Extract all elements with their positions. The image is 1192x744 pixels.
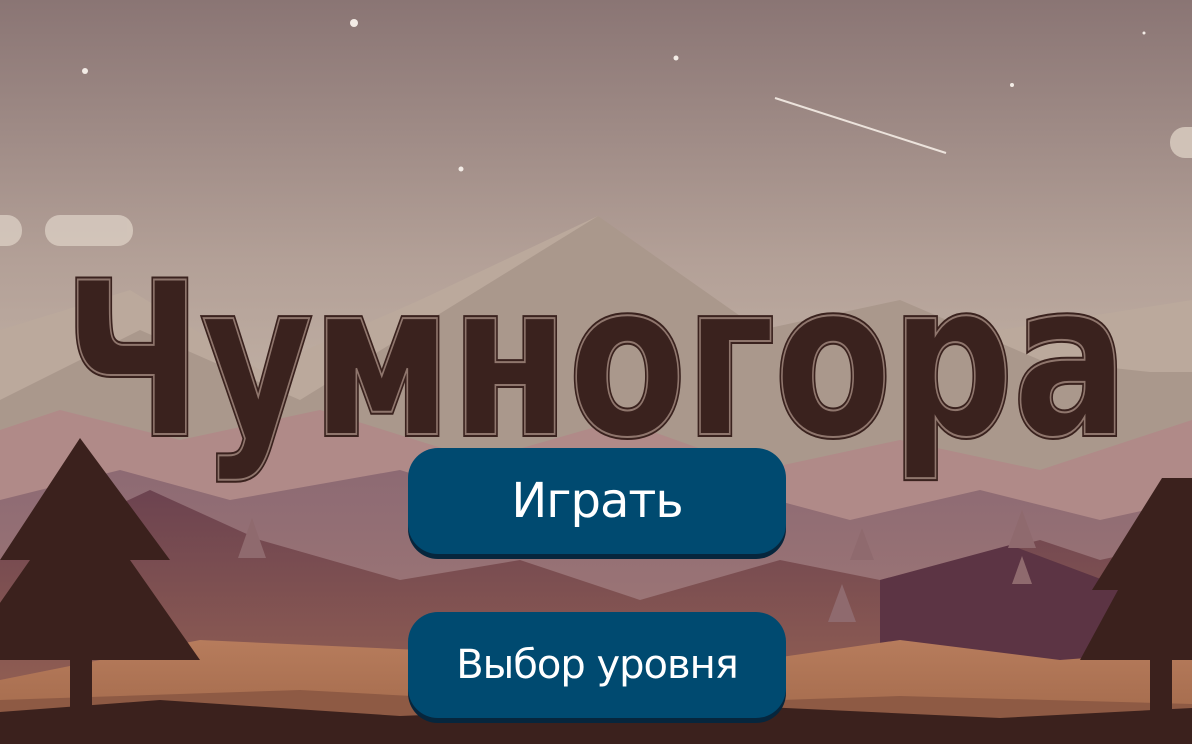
level-select-button[interactable]: Выбор уровня bbox=[408, 612, 786, 718]
play-button-label: Играть bbox=[511, 473, 683, 529]
main-menu-screen: Чумногора Чумногора Играть Выбор уровня bbox=[0, 0, 1192, 744]
play-button[interactable]: Играть bbox=[408, 448, 786, 554]
game-title-inline-stroke: Чумногора bbox=[64, 237, 1128, 484]
level-select-button-label: Выбор уровня bbox=[456, 642, 739, 688]
